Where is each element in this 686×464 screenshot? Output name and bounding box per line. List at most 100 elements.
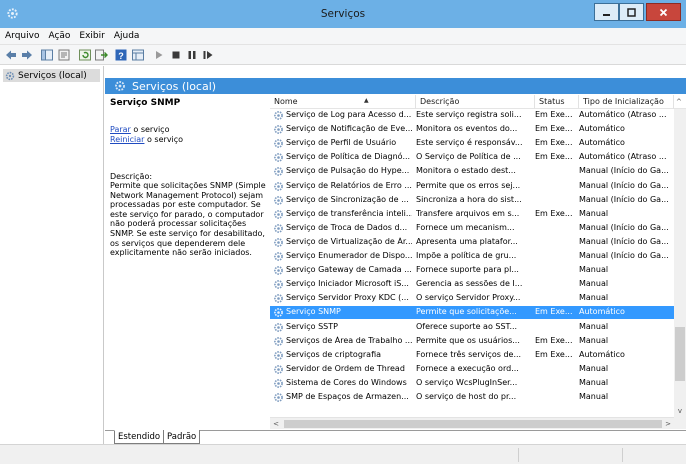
service-gear-icon	[274, 336, 283, 346]
table-row[interactable]: Serviço de Política de Diagnó... O Serviç…	[270, 151, 674, 164]
restart-service-icon[interactable]	[201, 48, 215, 62]
minimize-button[interactable]	[594, 3, 619, 21]
table-row[interactable]: Sistema de Cores do Windows O serviço Wcs…	[270, 377, 674, 390]
service-name-cell: Serviço de Virtualização de Ár...	[286, 236, 412, 246]
scroll-left-button[interactable]: <	[270, 418, 282, 430]
table-row[interactable]: Serviço Iniciador Microsoft iS... Gerenci…	[270, 278, 674, 291]
vertical-scrollbar[interactable]: v	[674, 109, 686, 417]
service-startup-type-cell: Manual	[579, 392, 609, 401]
service-description-cell: Impõe a política de gru...	[416, 251, 517, 260]
forward-arrow-icon[interactable]	[20, 48, 34, 62]
column-header-startup-type[interactable]: Tipo de Inicialização	[579, 95, 674, 109]
column-header-name[interactable]: Nome ▲	[270, 95, 416, 109]
service-description-cell: Transfere arquivos em s...	[416, 208, 520, 218]
service-gear-icon	[274, 181, 283, 191]
service-name-cell: Serviço de Troca de Dados d...	[286, 222, 408, 232]
horizontal-scroll-thumb[interactable]	[284, 420, 662, 428]
show-hide-tree-icon[interactable]	[40, 48, 54, 62]
tab-estendido[interactable]: Estendido	[114, 430, 165, 444]
service-gear-icon	[274, 294, 283, 304]
table-row[interactable]: Serviço de transferência inteli... Transf…	[270, 208, 674, 221]
table-row[interactable]: Serviço Servidor Proxy KDC (... O serviço…	[270, 292, 674, 305]
service-status-cell: Em Exe...	[535, 335, 573, 345]
service-gear-icon	[274, 209, 283, 219]
table-row[interactable]: Serviço de Notificação de Eve... Monitora…	[270, 123, 674, 136]
table-row[interactable]: Serviço de Relatórios de Erro ... Permite…	[270, 180, 674, 193]
table-row[interactable]: Serviço de Troca de Dados d... Fornece um…	[270, 222, 674, 235]
view-icon[interactable]	[131, 48, 145, 62]
maximize-icon	[627, 7, 636, 17]
back-arrow-icon[interactable]	[4, 48, 18, 62]
pause-service-icon[interactable]	[185, 48, 199, 62]
restart-service-link[interactable]: Reiniciar	[110, 135, 144, 144]
selected-service-name: Serviço SNMP	[110, 98, 181, 108]
sort-ascending-icon: ▲	[364, 97, 369, 104]
service-name-cell: Serviços de criptografia	[286, 349, 382, 359]
service-description-cell: Apresenta uma platafor...	[416, 236, 518, 246]
service-description-cell: Este serviço é responsáv...	[416, 138, 523, 148]
service-description-cell: O Serviço de Política de ...	[416, 152, 521, 162]
table-row[interactable]: Serviço Enumerador de Dispo... Impõe a po…	[270, 250, 674, 263]
restart-service-suffix: o serviço	[144, 135, 184, 144]
table-row[interactable]: Serviços de criptografia Fornece três ser…	[270, 349, 674, 362]
service-startup-type-cell: Manual (Início do Ga...	[579, 166, 669, 176]
service-description-cell: Oferece suporte ao SST...	[416, 321, 518, 331]
scroll-right-button[interactable]: >	[662, 418, 674, 430]
service-status-cell: Em Exe...	[535, 124, 573, 134]
table-row[interactable]: SMP de Espaços de Armazen... O serviço de…	[270, 391, 674, 404]
stop-service-link[interactable]: Parar	[110, 125, 131, 134]
service-name-cell: Serviço Gateway de Camada ...	[286, 265, 412, 275]
table-row[interactable]: Servidor de Ordem de Thread Fornece a exe…	[270, 363, 674, 376]
properties-icon[interactable]	[57, 48, 71, 62]
service-startup-type-cell: Manual	[579, 279, 609, 289]
stop-service-suffix: o serviço	[130, 125, 170, 134]
scroll-down-button[interactable]: v	[674, 405, 686, 417]
refresh-icon[interactable]	[78, 48, 92, 62]
service-description-cell: Permite que solicitaçõe...	[416, 307, 517, 317]
horizontal-scrollbar[interactable]: < >	[270, 417, 674, 429]
view-tabs: Estendido Padrão	[105, 430, 686, 444]
close-button[interactable]	[646, 3, 681, 21]
menu-ajuda[interactable]: Ajuda	[114, 31, 140, 41]
service-name-cell: Serviço Iniciador Microsoft iS...	[286, 279, 409, 289]
table-row[interactable]: Serviço de Perfil de Usuário Este serviço…	[270, 137, 674, 150]
column-header-description[interactable]: Descrição	[416, 95, 535, 109]
service-startup-type-cell: Manual	[579, 293, 609, 303]
help-icon[interactable]: ?	[114, 48, 128, 62]
menu-arquivo[interactable]: Arquivo	[5, 31, 39, 41]
service-startup-type-cell: Manual	[579, 265, 609, 275]
service-description-cell: Gerencia as sessões de I...	[416, 279, 523, 289]
service-name-cell: Servidor de Ordem de Thread	[286, 363, 405, 373]
export-list-icon[interactable]	[94, 48, 108, 62]
tab-estendido-label: Estendido	[118, 432, 161, 442]
service-description-cell: Fornece três serviços de...	[416, 349, 522, 359]
table-row[interactable]: Serviço de Virtualização de Ár... Apresen…	[270, 236, 674, 249]
table-row[interactable]: Serviço de Sincronização de ... Sincroniz…	[270, 194, 674, 207]
menu-exibir[interactable]: Exibir	[79, 31, 104, 41]
service-name-cell: SMP de Espaços de Armazen...	[286, 392, 409, 401]
services-list: Nome ▲ Descrição Status Tipo de Iniciali…	[270, 95, 686, 425]
stop-service-icon[interactable]	[169, 48, 183, 62]
tab-padrao[interactable]: Padrão	[163, 430, 201, 444]
chevron-right-icon: >	[665, 420, 671, 428]
table-row[interactable]: Serviço Gateway de Camada ... Fornece sup…	[270, 264, 674, 277]
service-description-cell: O serviço de host do pr...	[416, 392, 517, 401]
service-startup-type-cell: Automático (Atraso ...	[579, 152, 667, 162]
menu-acao[interactable]: Ação	[48, 31, 70, 41]
table-row[interactable]: Serviços de Área de Trabalho ... Permite …	[270, 335, 674, 348]
scroll-up-button[interactable]: ^	[674, 95, 686, 109]
service-gear-icon	[274, 364, 283, 374]
stop-action-line: Parar o serviço	[110, 125, 169, 134]
vertical-scroll-thumb[interactable]	[675, 327, 685, 381]
table-row[interactable]: Serviço de Pulsação do Hype... Monitora o…	[270, 165, 674, 178]
maximize-button[interactable]	[619, 3, 644, 21]
scroll-corner	[674, 417, 686, 429]
column-header-status[interactable]: Status	[535, 95, 579, 109]
tree-item-services-local[interactable]: Serviços (local)	[3, 69, 100, 82]
table-row[interactable]: Serviço SNMP Permite que solicitaçõe... Em…	[270, 306, 674, 320]
table-row[interactable]: Serviço de Log para Acesso d... Este serv…	[270, 109, 674, 122]
chevron-up-icon: ^	[676, 97, 682, 106]
service-startup-type-cell: Automático	[579, 124, 625, 134]
start-service-icon[interactable]	[152, 48, 166, 62]
table-row[interactable]: Serviço SSTP Oferece suporte ao SST... Man…	[270, 321, 674, 334]
